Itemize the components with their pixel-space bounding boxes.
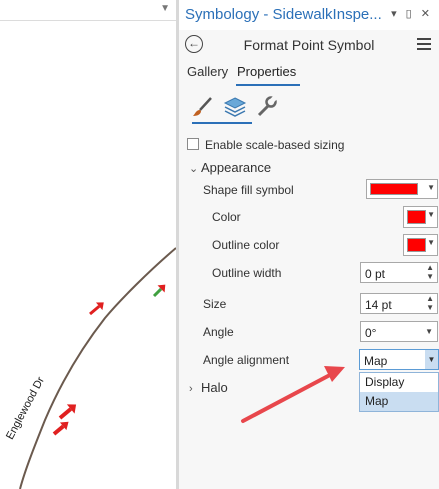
chevron-down-icon: ▼ — [427, 183, 435, 192]
appearance-section-header[interactable]: ⌄ Appearance — [189, 160, 271, 175]
spinner-arrows-icon[interactable]: ▲ ▼ — [426, 263, 434, 281]
angle-alignment-options: Display Map — [359, 372, 439, 412]
symbology-pane: Symbology - SidewalkInspe... ▾ ▯ ✕ Forma… — [179, 0, 439, 489]
angle-alignment-row: Angle alignment Map ▼ — [179, 349, 439, 371]
chevron-down-icon: ▼ — [427, 238, 435, 247]
pane-title: Symbology - SidewalkInspe... — [185, 6, 382, 23]
back-arrow-icon: ← — [188, 36, 200, 50]
page-title: Format Point Symbol — [243, 37, 375, 53]
scale-sizing-row: Enable scale-based sizing — [179, 134, 439, 156]
angle-label: Angle — [203, 325, 234, 339]
map-view[interactable]: ▼ Englewood Dr — [0, 0, 176, 489]
color-picker-button[interactable]: ▼ — [403, 206, 438, 228]
outline-width-row: Outline width 0 pt ▲ ▼ — [179, 262, 439, 284]
spinner-arrows-icon[interactable]: ▲ ▼ — [426, 294, 434, 312]
shape-fill-row: Shape fill symbol ▼ — [179, 179, 439, 201]
scale-sizing-label: Enable scale-based sizing — [205, 138, 345, 152]
option-display[interactable]: Display — [360, 373, 438, 392]
active-tab-indicator — [236, 84, 300, 86]
color-row: Color ▼ — [179, 206, 439, 228]
scale-sizing-checkbox[interactable] — [187, 138, 199, 150]
size-stepper[interactable]: 14 pt ▲ ▼ — [360, 293, 438, 314]
paintbrush-icon[interactable] — [191, 95, 215, 119]
tab-properties[interactable]: Properties — [237, 64, 296, 79]
shape-fill-swatch — [370, 183, 418, 195]
active-icon-tab-indicator — [192, 122, 252, 124]
size-row: Size 14 pt ▲ ▼ — [179, 293, 439, 315]
chevron-down-icon[interactable]: ▼ — [425, 350, 438, 369]
window-controls[interactable]: ▾ ▯ ✕ — [391, 7, 433, 20]
halo-section-header[interactable]: › Halo — [189, 380, 228, 395]
angle-dropdown[interactable]: 0° ▼ — [360, 321, 438, 342]
outline-width-label: Outline width — [212, 266, 282, 280]
angle-row: Angle 0° ▼ — [179, 321, 439, 343]
shape-fill-symbol-button[interactable]: ▼ — [366, 179, 438, 199]
outline-color-label: Outline color — [212, 238, 280, 252]
angle-alignment-select[interactable]: Map ▼ — [359, 349, 439, 370]
pane-titlebar: Symbology - SidewalkInspe... ▾ ▯ ✕ — [179, 0, 439, 30]
shape-fill-label: Shape fill symbol — [203, 183, 294, 197]
outline-color-swatch — [407, 238, 426, 252]
angle-alignment-label: Angle alignment — [203, 353, 290, 367]
point-symbol-arrow — [52, 421, 69, 436]
size-label: Size — [203, 297, 227, 311]
outline-color-row: Outline color ▼ — [179, 234, 439, 256]
point-symbol-arrow — [89, 302, 104, 316]
tab-gallery[interactable]: Gallery — [187, 64, 228, 79]
chevron-down-icon: ▼ — [427, 210, 435, 219]
outline-width-stepper[interactable]: 0 pt ▲ ▼ — [360, 262, 438, 283]
outline-color-picker-button[interactable]: ▼ — [403, 234, 438, 256]
street-line — [19, 247, 176, 489]
back-button[interactable]: ← — [185, 35, 203, 53]
option-map[interactable]: Map — [360, 392, 438, 411]
layers-icon[interactable] — [223, 95, 247, 119]
color-label: Color — [212, 210, 241, 224]
chevron-down-icon: ▼ — [425, 327, 433, 336]
point-symbol-arrow — [58, 404, 77, 420]
menu-icon[interactable] — [417, 36, 431, 53]
chevron-down-icon: ⌄ — [189, 163, 199, 175]
pane-header: Format Point Symbol ← — [179, 32, 439, 58]
chevron-right-icon: › — [189, 383, 193, 395]
wrench-icon[interactable] — [255, 95, 279, 119]
color-swatch — [407, 210, 426, 224]
point-symbol-arrow — [152, 284, 166, 298]
